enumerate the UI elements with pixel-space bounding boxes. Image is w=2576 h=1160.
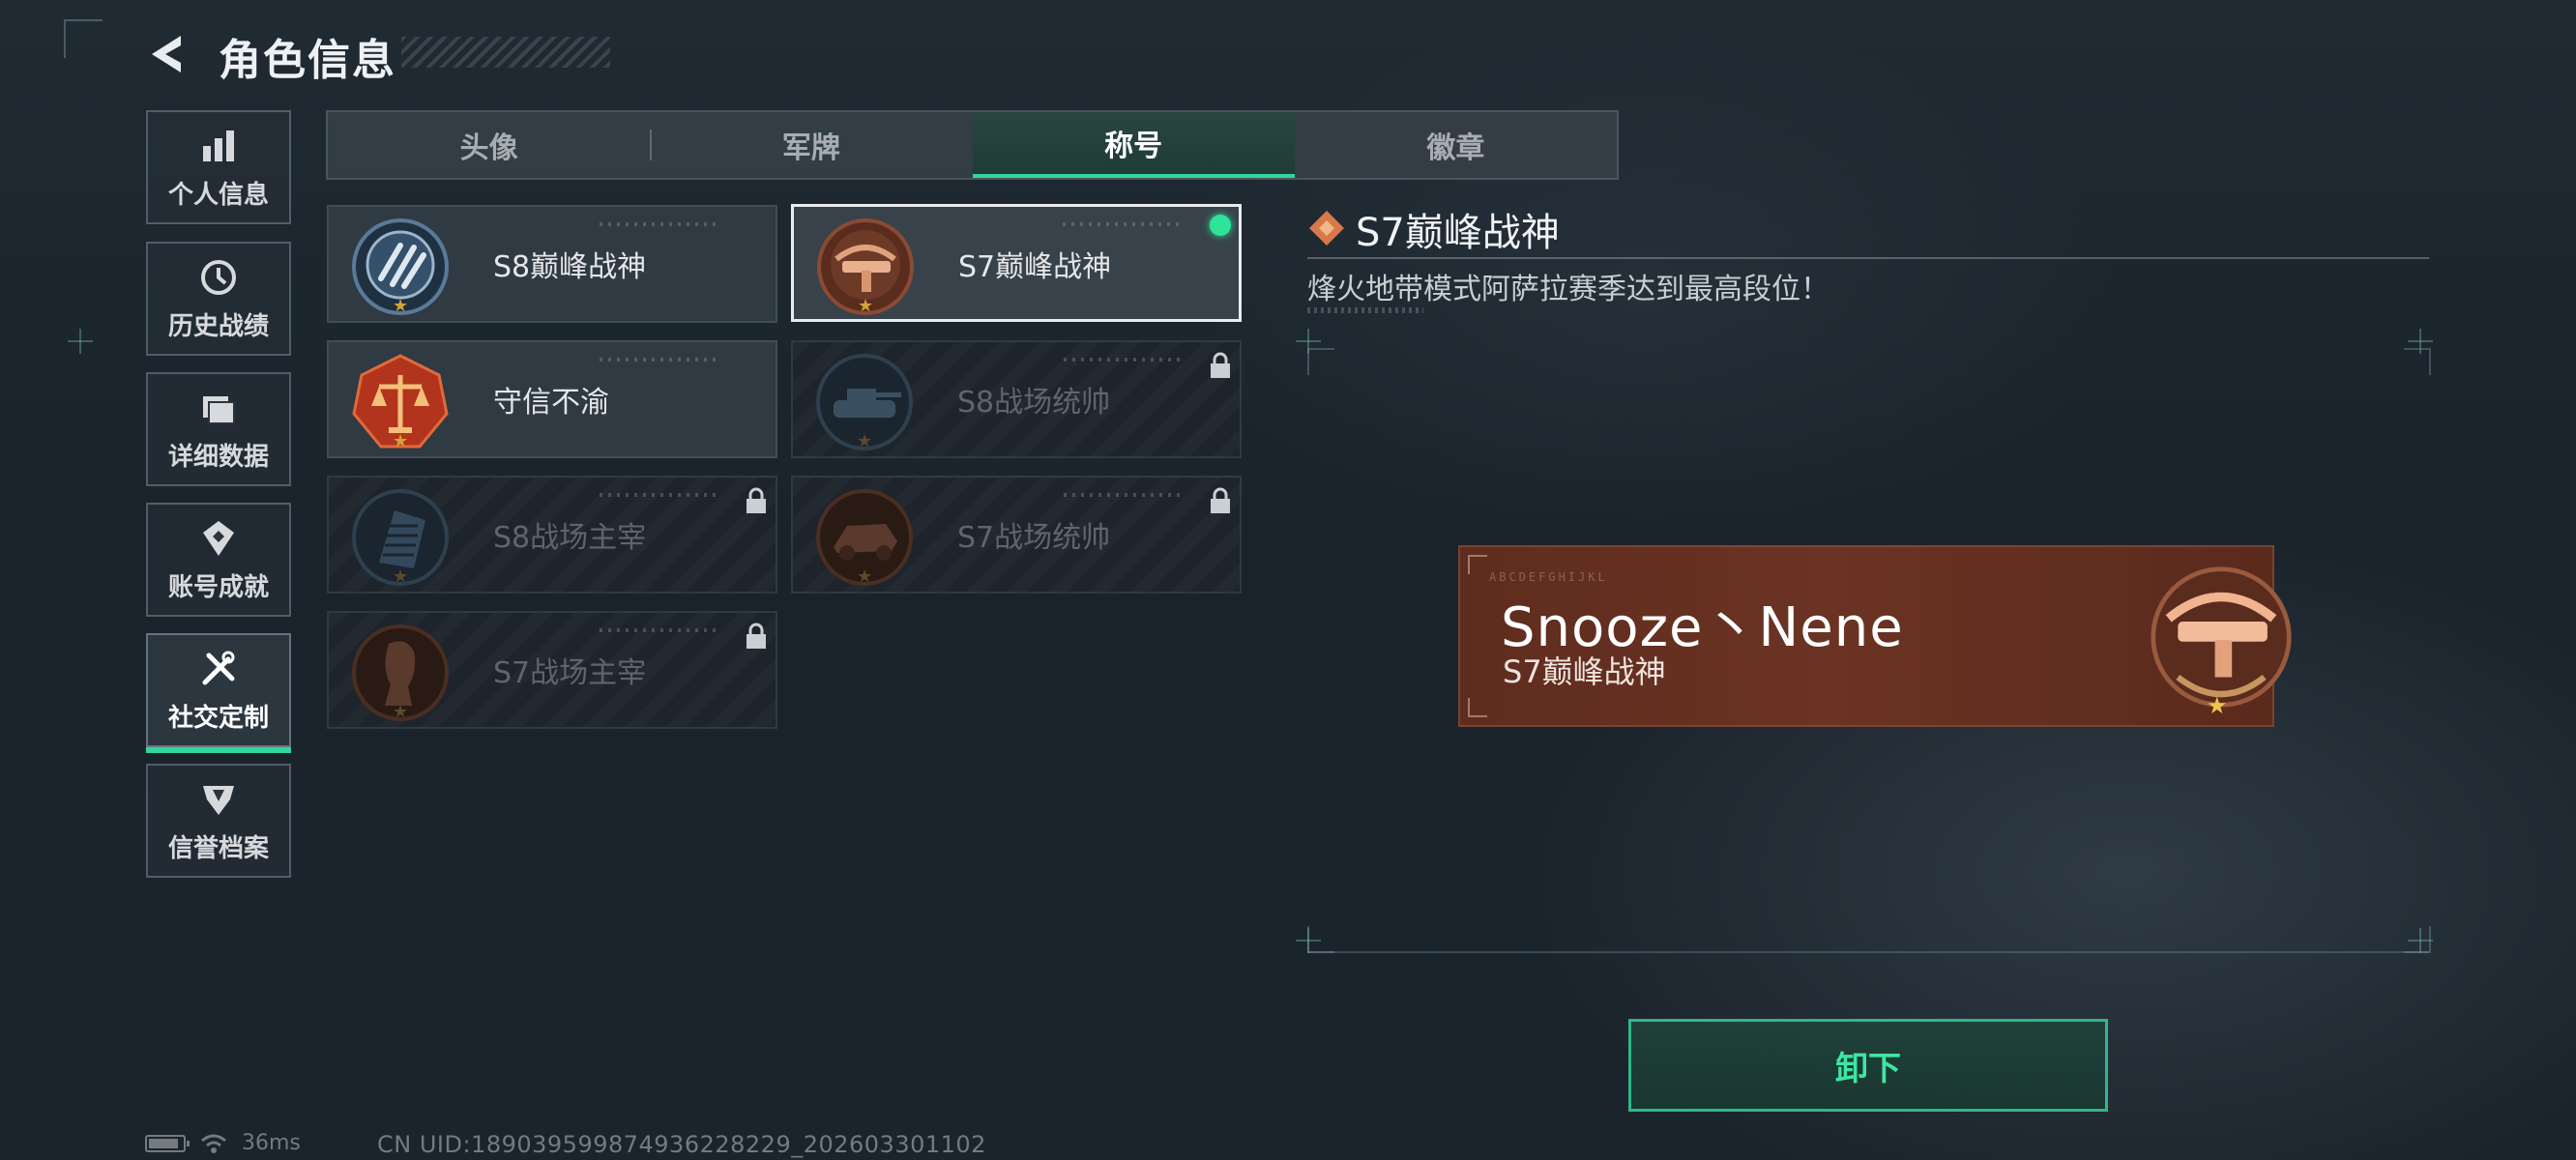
lock-icon — [1211, 487, 1230, 513]
reputation-icon — [197, 778, 240, 821]
sidebar-item-label: 社交定制 — [167, 703, 269, 733]
sidebar-item-social-custom[interactable]: 社交定制 — [146, 633, 291, 753]
tab-avatar[interactable]: 头像 — [328, 112, 650, 178]
title-card-s8-commander[interactable]: ★ S8战场统帅 — [791, 340, 1242, 458]
sidebar-item-label: 信誉档案 — [167, 833, 269, 863]
corner-decoration — [64, 19, 102, 58]
lock-icon — [1211, 352, 1230, 378]
title-card-s7-peak[interactable]: ★ S7巅峰战神 — [791, 204, 1242, 322]
frame-corner — [1307, 926, 1334, 953]
title-name: 守信不渝 — [493, 386, 609, 420]
frame-corner — [2404, 348, 2431, 375]
preview-title: S7巅峰战神 — [1503, 653, 1666, 690]
bracket-decoration — [1468, 555, 1487, 574]
tab-dogtag[interactable]: 军牌 — [650, 112, 972, 178]
title-stripes-decoration — [401, 37, 610, 68]
back-arrow-icon — [152, 36, 181, 72]
title-card-s8-dominator[interactable]: ★ S8战场主宰 — [327, 476, 777, 594]
diamond-title-icon — [1309, 211, 1344, 246]
title-name: S7巅峰战神 — [958, 250, 1112, 284]
ping-value: 36ms — [242, 1131, 301, 1155]
banner-code-text: ABCDEFGHIJKL — [1489, 570, 1608, 584]
star-icon: ★ — [393, 431, 409, 451]
star-icon: ★ — [393, 566, 409, 587]
sidebar-item-label: 历史战绩 — [167, 311, 269, 341]
sidebar-item-label: 详细数据 — [167, 442, 269, 472]
wifi-icon — [201, 1134, 226, 1153]
lock-icon — [746, 623, 766, 649]
bar-chart-icon — [197, 125, 240, 167]
clock-icon — [197, 256, 240, 299]
star-icon: ★ — [393, 296, 409, 316]
battery-icon — [145, 1134, 190, 1152]
title-card-s8-peak[interactable]: ★ S8巅峰战神 — [327, 205, 777, 323]
back-button[interactable] — [145, 29, 195, 79]
detail-divider — [1307, 257, 2429, 259]
detail-title: S7巅峰战神 — [1356, 211, 1560, 255]
sidebar-item-personal-info[interactable]: 个人信息 — [146, 110, 291, 224]
title-card-s7-commander[interactable]: ★ S7战场统帅 — [791, 476, 1242, 594]
page-title: 角色信息 — [219, 36, 396, 85]
star-icon: ★ — [857, 431, 873, 451]
sidebar-item-detailed-data[interactable]: 详细数据 — [146, 372, 291, 486]
detail-description: 烽火地带模式阿萨拉赛季达到最高段位！ — [1307, 273, 1830, 306]
folder-icon — [197, 387, 240, 429]
dots-decoration — [600, 358, 716, 362]
title-card-s7-dominator[interactable]: ★ S7战场主宰 — [327, 611, 777, 729]
sidebar-item-achievements[interactable]: 账号成就 — [146, 503, 291, 617]
achievement-icon — [197, 517, 240, 560]
title-name: S8战场统帅 — [957, 386, 1111, 420]
star-icon: ★ — [2207, 692, 2228, 719]
equipped-indicator-icon — [1210, 215, 1231, 236]
title-card-trustworthy[interactable]: ★ 守信不渝 — [327, 340, 777, 458]
star-icon: ★ — [393, 702, 409, 722]
crosshair-decoration — [68, 329, 93, 354]
star-icon: ★ — [857, 566, 873, 587]
status-bar: 36ms — [145, 1131, 301, 1155]
sidebar-item-label: 个人信息 — [167, 180, 269, 210]
uid-text: CN UID:18903959987493622822​9_2026033011… — [377, 1131, 986, 1158]
frame-corner — [1307, 348, 1334, 375]
bracket-decoration — [1468, 698, 1487, 717]
title-name: S7战场主宰 — [493, 656, 647, 690]
title-preview-banner: ABCDEFGHIJKL Snooze丶Nene S7巅峰战神 ★ — [1458, 545, 2292, 727]
title-name: S8战场主宰 — [493, 521, 647, 555]
sidebar-item-reputation[interactable]: 信誉档案 — [146, 764, 291, 878]
tab-bar: 头像 军牌 称号 徽章 — [326, 110, 1619, 180]
tab-badge[interactable]: 徽章 — [1295, 112, 1617, 178]
frame-line — [1307, 951, 2429, 953]
tools-icon — [197, 648, 240, 690]
sidebar-item-history[interactable]: 历史战绩 — [146, 242, 291, 356]
lock-icon — [746, 487, 766, 513]
dots-decoration — [1307, 307, 1423, 313]
tab-title[interactable]: 称号 — [972, 112, 1295, 178]
frame-corner — [2404, 926, 2431, 953]
title-name: S7战场统帅 — [957, 521, 1111, 555]
title-name: S8巅峰战神 — [493, 250, 647, 284]
unequip-button[interactable]: 卸下 — [1628, 1019, 2108, 1112]
sidebar-item-label: 账号成就 — [167, 572, 269, 602]
star-icon: ★ — [858, 296, 874, 316]
